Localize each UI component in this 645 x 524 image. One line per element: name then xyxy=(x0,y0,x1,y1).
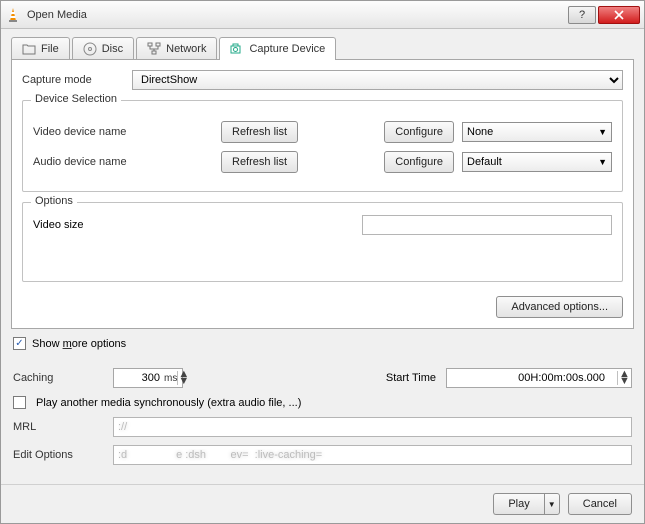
video-size-input[interactable] xyxy=(362,215,612,235)
titlebar: Open Media ? xyxy=(1,1,644,29)
chevron-down-icon: ▼ xyxy=(598,127,607,137)
device-selection-legend: Device Selection xyxy=(31,93,121,105)
cancel-button[interactable]: Cancel xyxy=(568,493,632,515)
video-size-label: Video size xyxy=(33,219,84,231)
spinner-arrows[interactable]: ▲▼ xyxy=(177,371,189,385)
audio-device-value: Default xyxy=(467,156,502,168)
video-device-select[interactable]: None ▼ xyxy=(462,122,612,142)
tab-network[interactable]: Network xyxy=(136,37,217,60)
play-sync-checkbox[interactable] xyxy=(13,396,26,409)
audio-device-select[interactable]: Default ▼ xyxy=(462,152,612,172)
mrl-input[interactable] xyxy=(113,417,632,437)
video-configure-button[interactable]: Configure xyxy=(384,121,454,143)
help-button[interactable]: ? xyxy=(568,6,596,24)
video-refresh-button[interactable]: Refresh list xyxy=(221,121,298,143)
options-legend: Options xyxy=(31,195,77,207)
edit-options-label: Edit Options xyxy=(13,449,103,461)
tab-capture-device[interactable]: Capture Device xyxy=(219,37,336,60)
spinner-arrows[interactable]: ▲▼ xyxy=(617,371,631,385)
advanced-options-button[interactable]: Advanced options... xyxy=(496,296,623,318)
chevron-down-icon: ▼ xyxy=(598,157,607,167)
tab-network-label: Network xyxy=(166,43,206,55)
tab-file[interactable]: File xyxy=(11,37,70,60)
video-device-label: Video device name xyxy=(33,126,213,138)
caching-label: Caching xyxy=(13,372,103,384)
show-more-options-checkbox[interactable]: ✓ xyxy=(13,337,26,350)
caching-spinner[interactable]: ms ▲▼ xyxy=(113,368,183,388)
edit-options-input[interactable] xyxy=(113,445,632,465)
play-dropdown-button[interactable]: ▼ xyxy=(544,493,560,515)
device-selection-group: Device Selection Video device name Refre… xyxy=(22,100,623,192)
start-time-spinner[interactable]: ▲▼ xyxy=(446,368,632,388)
capture-icon xyxy=(230,42,244,56)
tab-capture-label: Capture Device xyxy=(249,43,325,55)
caching-input[interactable] xyxy=(114,372,162,384)
open-media-dialog: Open Media ? File Disc Network C xyxy=(0,0,645,524)
tab-disc-label: Disc xyxy=(102,43,123,55)
more-options-panel: Caching ms ▲▼ Start Time ▲▼ Play another… xyxy=(11,356,634,473)
audio-device-label: Audio device name xyxy=(33,156,213,168)
show-more-options-label: Show more options xyxy=(32,338,126,350)
folder-icon xyxy=(22,42,36,56)
close-button[interactable] xyxy=(598,6,640,24)
mrl-label: MRL xyxy=(13,421,103,433)
start-time-label: Start Time xyxy=(386,372,436,384)
network-icon xyxy=(147,42,161,56)
tab-file-label: File xyxy=(41,43,59,55)
video-device-value: None xyxy=(467,126,493,138)
play-button[interactable]: Play xyxy=(493,493,543,515)
start-time-input[interactable] xyxy=(447,372,607,384)
play-split-button[interactable]: Play ▼ xyxy=(493,493,559,515)
capture-mode-select[interactable]: DirectShow xyxy=(132,70,623,90)
play-sync-label: Play another media synchronously (extra … xyxy=(36,397,301,409)
caching-unit: ms xyxy=(164,373,177,384)
tab-bar: File Disc Network Capture Device xyxy=(11,37,634,60)
options-group: Options Video size xyxy=(22,202,623,282)
audio-configure-button[interactable]: Configure xyxy=(384,151,454,173)
window-title: Open Media xyxy=(27,9,568,21)
capture-mode-label: Capture mode xyxy=(22,74,132,86)
tab-disc[interactable]: Disc xyxy=(72,37,134,60)
audio-refresh-button[interactable]: Refresh list xyxy=(221,151,298,173)
vlc-icon xyxy=(5,7,21,23)
capture-panel: Capture mode DirectShow Device Selection… xyxy=(11,59,634,329)
dialog-footer: Play ▼ Cancel xyxy=(1,484,644,523)
disc-icon xyxy=(83,42,97,56)
